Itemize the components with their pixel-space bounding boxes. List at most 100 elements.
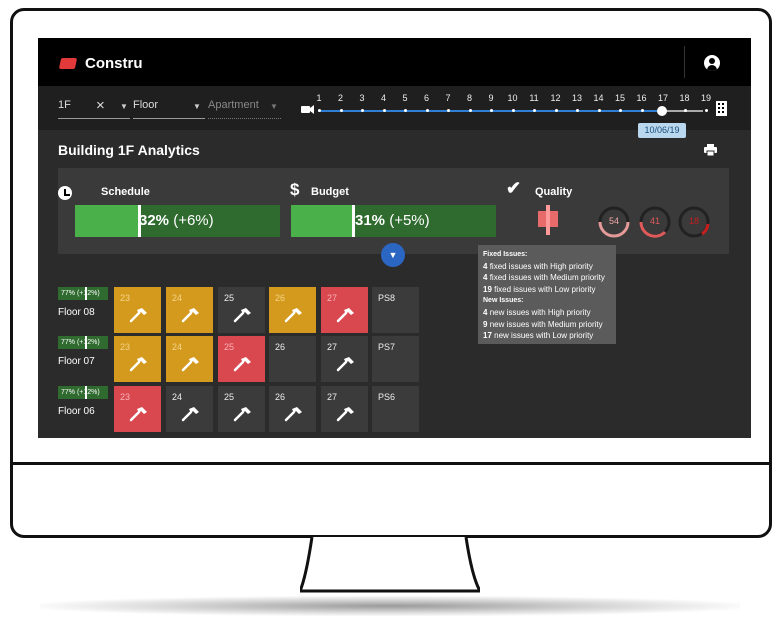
timeline-tick-label[interactable]: 14 (591, 93, 607, 103)
quality-gauge-low[interactable]: 18 (678, 206, 710, 238)
account-icon[interactable] (704, 55, 720, 71)
unit-tile[interactable]: 27 (321, 336, 368, 382)
timeline-tick[interactable] (382, 107, 386, 115)
timeline-tick[interactable] (318, 107, 321, 115)
timeline-tick-label[interactable]: 15 (612, 93, 628, 103)
quality-gauge-medium[interactable]: 41 (639, 206, 671, 238)
chevron-down-icon[interactable]: ▼ (193, 102, 201, 111)
unit-tile[interactable]: 26 (269, 287, 316, 333)
timeline-tick-label[interactable]: 6 (419, 93, 435, 103)
timeline-tick-label[interactable]: 5 (397, 93, 413, 103)
timeline-tick[interactable] (533, 107, 536, 115)
floor-progress-label: 77% (+12%) (61, 339, 100, 346)
timeline-tick-label[interactable]: 17 (655, 93, 671, 103)
timeline-tick-label[interactable]: 7 (440, 93, 456, 103)
unit-number: 27 (327, 392, 338, 402)
app-title: Constru (85, 55, 143, 72)
top-app-bar: Constru (38, 38, 751, 86)
timeline-tick-label[interactable]: 12 (548, 93, 564, 103)
floor-select[interactable]: Floor ▼ (133, 99, 205, 119)
timeline-tick[interactable] (404, 107, 407, 115)
timeline-tick[interactable] (683, 107, 687, 115)
gauge-value: 54 (608, 216, 619, 226)
floor-name[interactable]: Floor 06 (58, 406, 95, 417)
floor-name[interactable]: Floor 08 (58, 307, 95, 318)
print-icon[interactable] (704, 144, 717, 156)
timeline-tick[interactable] (361, 107, 364, 115)
floor-name[interactable]: Floor 07 (58, 356, 95, 367)
hammer-icon (128, 406, 148, 422)
timeline-tick[interactable] (640, 107, 644, 115)
unit-number: 23 (120, 392, 131, 402)
timeline-tick-label[interactable]: 4 (376, 93, 392, 103)
timeline-tick-label[interactable]: 19 (698, 93, 714, 103)
unit-number: 25 (224, 392, 235, 402)
hammer-icon (335, 406, 355, 422)
tooltip-line: 9 new issues with Medium priority (483, 319, 603, 329)
level-select[interactable]: 1F × ▼ (58, 97, 130, 119)
unit-tile[interactable]: 25 (218, 336, 265, 382)
budget-delta: (+5%) (389, 212, 430, 229)
unit-tile[interactable]: 24 (166, 386, 213, 432)
timeline-tick[interactable] (468, 107, 472, 115)
timeline-tick[interactable] (511, 107, 515, 115)
timeline-tick[interactable] (597, 107, 601, 115)
hammer-icon (180, 307, 200, 323)
timeline-tick[interactable] (447, 107, 450, 115)
timeline-tick[interactable] (425, 107, 429, 115)
quality-label: Quality (535, 186, 573, 198)
stand-shadow (40, 596, 740, 616)
timeline-tick-label[interactable]: 1 (311, 93, 327, 103)
unit-tile[interactable]: 26 (269, 336, 316, 382)
chevron-down-icon[interactable]: ▼ (270, 102, 278, 111)
floor-progress-marker (85, 287, 87, 300)
timeline-tick-label[interactable]: 13 (569, 93, 585, 103)
apartment-select[interactable]: Apartment ▼ (208, 99, 281, 119)
expand-button[interactable]: ▼ (381, 243, 405, 267)
camera-icon[interactable] (301, 105, 314, 114)
unit-tile[interactable]: 23 (114, 336, 161, 382)
timeline-tick-label[interactable]: 9 (483, 93, 499, 103)
timeline-tick[interactable] (554, 107, 558, 115)
unit-tile[interactable]: 24 (166, 336, 213, 382)
tooltip-line: 17 new issues with Low priority (483, 331, 594, 341)
unit-tile[interactable]: 24 (166, 287, 213, 333)
tooltip-new-header: New Issues: (483, 297, 524, 305)
timeline-tick-label[interactable]: 8 (462, 93, 478, 103)
schedule-progress-bar[interactable]: 32% (+6%) (75, 205, 280, 237)
apartment-placeholder: Apartment (208, 99, 259, 111)
unit-tile[interactable]: 25 (218, 386, 265, 432)
unit-tile[interactable]: PS8 (372, 287, 419, 333)
timeline-tick[interactable] (705, 107, 708, 115)
unit-tile[interactable]: 27 (321, 386, 368, 432)
timeline-tick-label[interactable]: 16 (634, 93, 650, 103)
timeline-tick[interactable] (619, 107, 622, 115)
unit-number: 26 (275, 342, 286, 352)
quality-gauge-high[interactable]: 54 (598, 206, 630, 238)
timeline-tick[interactable] (339, 107, 343, 115)
unit-tile[interactable]: 25 (218, 287, 265, 333)
unit-tile[interactable]: 23 (114, 386, 161, 432)
unit-tile[interactable]: PS7 (372, 336, 419, 382)
timeline-tick[interactable] (490, 107, 493, 115)
timeline-tick-label[interactable]: 3 (354, 93, 370, 103)
unit-number: 25 (224, 293, 235, 303)
building-icon[interactable] (716, 101, 727, 116)
timeline-tick-label[interactable]: 2 (333, 93, 349, 103)
quality-indicator[interactable] (538, 205, 558, 235)
unit-number: 26 (275, 293, 286, 303)
timeline-tick-label[interactable]: 10 (505, 93, 521, 103)
timeline-thumb[interactable] (657, 106, 667, 116)
clear-icon[interactable]: × (96, 97, 105, 114)
unit-tile[interactable]: 26 (269, 386, 316, 432)
chevron-down-icon[interactable]: ▼ (120, 102, 128, 111)
unit-tile[interactable]: 23 (114, 287, 161, 333)
timeline-tick-label[interactable]: 11 (526, 93, 542, 103)
timeline-tick[interactable] (576, 107, 579, 115)
budget-progress-bar[interactable]: 31% (+5%) (291, 205, 496, 237)
timeline-track[interactable] (318, 110, 703, 112)
tooltip-line: 4 fixed issues with Medium priority (483, 273, 605, 283)
timeline-tick-label[interactable]: 18 (677, 93, 693, 103)
unit-tile[interactable]: 27 (321, 287, 368, 333)
unit-tile[interactable]: PS6 (372, 386, 419, 432)
